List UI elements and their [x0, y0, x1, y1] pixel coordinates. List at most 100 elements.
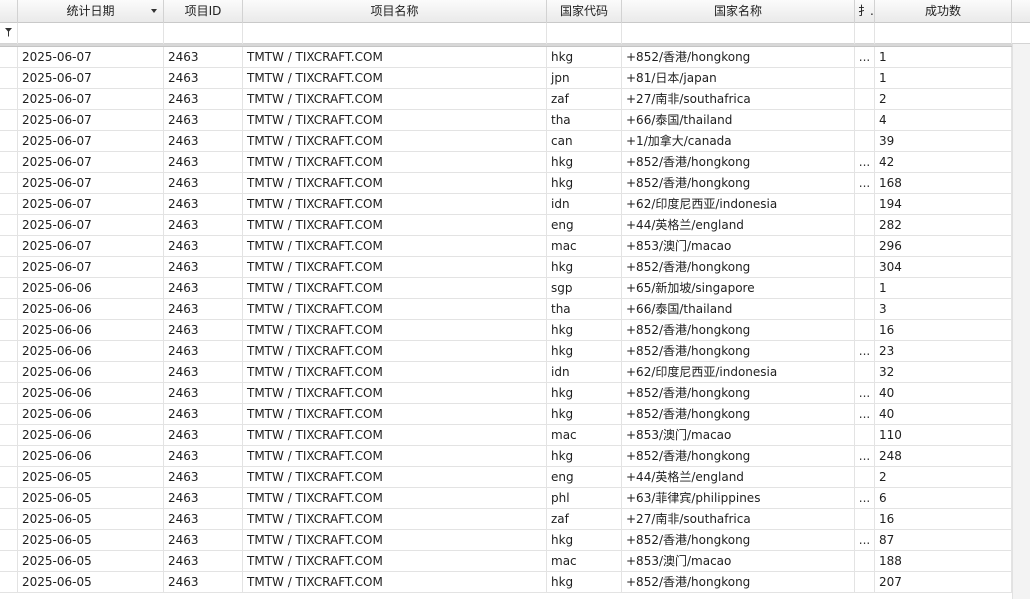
table-row[interactable]: 2025-06-07 2463 TMTW / TIXCRAFT.COM eng +44/… — [0, 215, 1012, 236]
cell-project-name[interactable]: TMTW / TIXCRAFT.COM — [243, 299, 547, 320]
cell-date[interactable]: 2025-06-06 — [18, 320, 164, 341]
cell-extra[interactable] — [855, 131, 875, 152]
cell-country-code[interactable]: idn — [547, 362, 622, 383]
table-row[interactable]: 2025-06-07 2463 TMTW / TIXCRAFT.COM hkg +852… — [0, 173, 1012, 194]
vertical-scrollbar[interactable] — [1012, 44, 1030, 599]
cell-date[interactable]: 2025-06-06 — [18, 299, 164, 320]
cell-extra[interactable] — [855, 215, 875, 236]
cell-country-code[interactable]: hkg — [547, 383, 622, 404]
cell-project-id[interactable]: 2463 — [164, 278, 243, 299]
cell-extra[interactable]: ... — [855, 341, 875, 362]
cell-project-name[interactable]: TMTW / TIXCRAFT.COM — [243, 572, 547, 593]
cell-country-code[interactable]: hkg — [547, 320, 622, 341]
cell-project-id[interactable]: 2463 — [164, 194, 243, 215]
cell-project-name[interactable]: TMTW / TIXCRAFT.COM — [243, 425, 547, 446]
column-header-date[interactable]: 统计日期 — [18, 0, 164, 23]
cell-extra[interactable] — [855, 110, 875, 131]
cell-project-id[interactable]: 2463 — [164, 47, 243, 68]
row-indicator[interactable] — [0, 530, 18, 551]
cell-project-id[interactable]: 2463 — [164, 551, 243, 572]
cell-country-name[interactable]: +27/南非/southafrica — [622, 509, 855, 530]
table-row[interactable]: 2025-06-06 2463 TMTW / TIXCRAFT.COM idn +62/… — [0, 362, 1012, 383]
cell-success[interactable]: 304 — [875, 257, 1012, 278]
cell-extra[interactable] — [855, 257, 875, 278]
cell-country-code[interactable]: hkg — [547, 530, 622, 551]
cell-extra[interactable] — [855, 299, 875, 320]
filter-cell-project-id[interactable] — [164, 23, 243, 44]
cell-country-code[interactable]: hkg — [547, 341, 622, 362]
cell-country-name[interactable]: +852/香港/hongkong — [622, 572, 855, 593]
cell-date[interactable]: 2025-06-07 — [18, 152, 164, 173]
cell-project-id[interactable]: 2463 — [164, 320, 243, 341]
cell-country-name[interactable]: +62/印度尼西亚/indonesia — [622, 194, 855, 215]
cell-extra[interactable]: ... — [855, 173, 875, 194]
cell-success[interactable]: 42 — [875, 152, 1012, 173]
filter-cell-country-name[interactable] — [622, 23, 855, 44]
cell-success[interactable]: 3 — [875, 299, 1012, 320]
cell-success[interactable]: 87 — [875, 530, 1012, 551]
cell-project-name[interactable]: TMTW / TIXCRAFT.COM — [243, 446, 547, 467]
cell-country-name[interactable]: +852/香港/hongkong — [622, 173, 855, 194]
cell-project-name[interactable]: TMTW / TIXCRAFT.COM — [243, 47, 547, 68]
column-header-country-code[interactable]: 国家代码 — [547, 0, 622, 23]
cell-country-code[interactable]: mac — [547, 551, 622, 572]
cell-extra[interactable]: ... — [855, 404, 875, 425]
cell-extra[interactable]: ... — [855, 152, 875, 173]
row-indicator[interactable] — [0, 215, 18, 236]
row-indicator[interactable] — [0, 152, 18, 173]
cell-country-code[interactable]: mac — [547, 425, 622, 446]
row-indicator[interactable] — [0, 467, 18, 488]
table-row[interactable]: 2025-06-07 2463 TMTW / TIXCRAFT.COM hkg +852… — [0, 47, 1012, 68]
column-header-success[interactable]: 成功数 — [875, 0, 1012, 23]
table-row[interactable]: 2025-06-05 2463 TMTW / TIXCRAFT.COM phl +63/… — [0, 488, 1012, 509]
cell-date[interactable]: 2025-06-06 — [18, 404, 164, 425]
cell-country-name[interactable]: +852/香港/hongkong — [622, 446, 855, 467]
cell-success[interactable]: 6 — [875, 488, 1012, 509]
row-indicator[interactable] — [0, 551, 18, 572]
cell-extra[interactable]: ... — [855, 530, 875, 551]
cell-date[interactable]: 2025-06-07 — [18, 173, 164, 194]
cell-country-name[interactable]: +66/泰国/thailand — [622, 110, 855, 131]
cell-project-name[interactable]: TMTW / TIXCRAFT.COM — [243, 383, 547, 404]
cell-extra[interactable] — [855, 236, 875, 257]
cell-country-code[interactable]: hkg — [547, 257, 622, 278]
cell-country-code[interactable]: hkg — [547, 446, 622, 467]
cell-country-code[interactable]: tha — [547, 299, 622, 320]
cell-success[interactable]: 207 — [875, 572, 1012, 593]
row-indicator[interactable] — [0, 194, 18, 215]
cell-extra[interactable] — [855, 194, 875, 215]
cell-project-name[interactable]: TMTW / TIXCRAFT.COM — [243, 89, 547, 110]
cell-country-name[interactable]: +62/印度尼西亚/indonesia — [622, 362, 855, 383]
cell-date[interactable]: 2025-06-06 — [18, 278, 164, 299]
cell-date[interactable]: 2025-06-07 — [18, 257, 164, 278]
cell-project-name[interactable]: TMTW / TIXCRAFT.COM — [243, 488, 547, 509]
cell-country-name[interactable]: +63/菲律宾/philippines — [622, 488, 855, 509]
cell-extra[interactable] — [855, 467, 875, 488]
cell-date[interactable]: 2025-06-05 — [18, 530, 164, 551]
cell-success[interactable]: 188 — [875, 551, 1012, 572]
filter-cell-date[interactable] — [18, 23, 164, 44]
column-header-project-id[interactable]: 项目ID — [164, 0, 243, 23]
cell-success[interactable]: 23 — [875, 341, 1012, 362]
cell-country-code[interactable]: can — [547, 131, 622, 152]
cell-country-name[interactable]: +852/香港/hongkong — [622, 530, 855, 551]
cell-project-id[interactable]: 2463 — [164, 467, 243, 488]
cell-success[interactable]: 16 — [875, 320, 1012, 341]
cell-project-id[interactable]: 2463 — [164, 509, 243, 530]
cell-project-name[interactable]: TMTW / TIXCRAFT.COM — [243, 110, 547, 131]
cell-country-name[interactable]: +852/香港/hongkong — [622, 383, 855, 404]
table-row[interactable]: 2025-06-05 2463 TMTW / TIXCRAFT.COM eng +44/… — [0, 467, 1012, 488]
cell-country-code[interactable]: phl — [547, 488, 622, 509]
cell-success[interactable]: 194 — [875, 194, 1012, 215]
cell-project-name[interactable]: TMTW / TIXCRAFT.COM — [243, 173, 547, 194]
table-row[interactable]: 2025-06-06 2463 TMTW / TIXCRAFT.COM tha +66/… — [0, 299, 1012, 320]
cell-success[interactable]: 16 — [875, 509, 1012, 530]
cell-extra[interactable] — [855, 68, 875, 89]
row-indicator[interactable] — [0, 278, 18, 299]
cell-date[interactable]: 2025-06-05 — [18, 572, 164, 593]
cell-success[interactable]: 282 — [875, 215, 1012, 236]
cell-country-name[interactable]: +852/香港/hongkong — [622, 257, 855, 278]
cell-extra[interactable] — [855, 551, 875, 572]
cell-project-name[interactable]: TMTW / TIXCRAFT.COM — [243, 131, 547, 152]
cell-project-id[interactable]: 2463 — [164, 488, 243, 509]
